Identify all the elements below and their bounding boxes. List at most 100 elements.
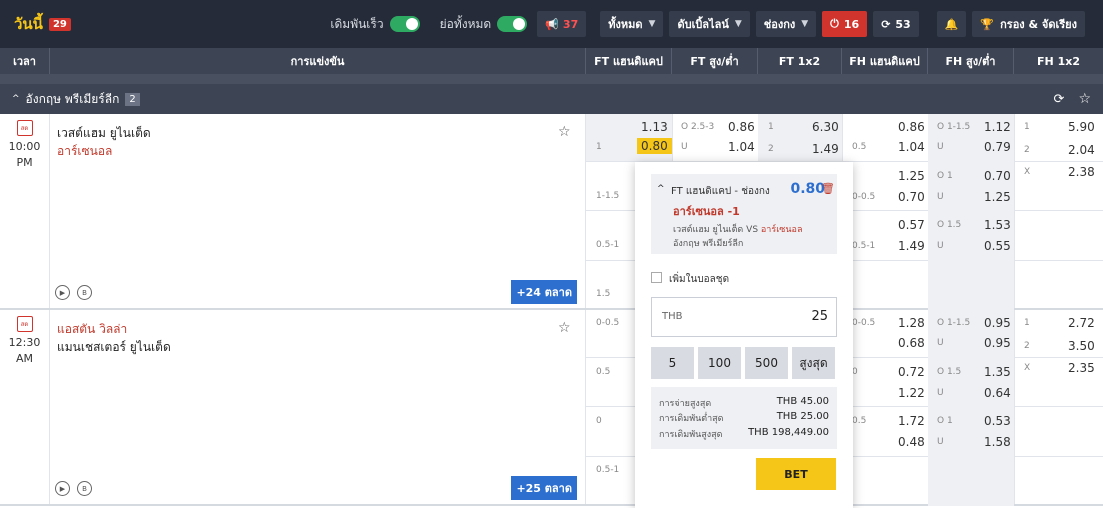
fh-ou-line: O 1 (937, 171, 953, 181)
fh-ou-under-odds[interactable]: 1.58 (984, 435, 1011, 449)
fh-hdp-home-odds[interactable]: 0.57 (898, 218, 925, 232)
stake-amount[interactable]: 25 (811, 309, 828, 324)
match-time: 10:00 (8, 140, 41, 153)
bet-slip-market: FT แฮนดิแคป - ช่องกง (671, 186, 770, 197)
match-teams-cell: แอสตัน วิลล่า แมนเชสเตอร์ ยูไนเต็ด ☆ ▶ B… (50, 310, 586, 504)
stake-input[interactable]: THB 25 (651, 297, 837, 337)
league-strip (0, 74, 1103, 84)
trash-icon[interactable]: 🗑 (821, 182, 835, 195)
more-markets-button[interactable]: +24 ตลาด (511, 280, 577, 304)
fh-1x2-draw-odds[interactable]: 2.38 (1068, 165, 1095, 179)
star-icon[interactable]: ☆ (1078, 91, 1091, 107)
fh-hdp-away-odds[interactable]: 1.04 (898, 140, 925, 154)
fh-hdp-away-odds[interactable]: 1.49 (898, 239, 925, 253)
live-stream-icon[interactable]: สด (16, 316, 33, 332)
play-icon[interactable]: ▶ (55, 285, 70, 300)
fh-1x2-away-odds[interactable]: 2.04 (1068, 143, 1095, 157)
fh-ou-over-odds[interactable]: 0.70 (984, 169, 1011, 183)
ft-1x2-away-odds[interactable]: 1.49 (812, 142, 839, 156)
fh-ou-over-odds[interactable]: 1.12 (984, 120, 1011, 134)
fh-ou-under-odds[interactable]: 0.64 (984, 386, 1011, 400)
fh-hdp-away-odds[interactable]: 0.70 (898, 190, 925, 204)
fh-hdp-home-odds[interactable]: 0.72 (898, 365, 925, 379)
quick-bet-label: เดิมพันเร็ว (330, 16, 384, 31)
quick-bet-toggle[interactable] (389, 16, 420, 32)
ft-ou-line-under: U (681, 142, 688, 152)
col-fh-ou: FH สูง/ต่ำ (928, 48, 1014, 74)
league-header[interactable]: ^ อังกฤษ พรีเมียร์ลีก 2 ⟳ ☆ (0, 84, 1103, 114)
live-count-button[interactable]: ⏻ 16 (822, 11, 868, 37)
star-icon[interactable]: ☆ (558, 124, 571, 140)
fh-ou-under-label: U (937, 338, 944, 348)
stats-icon[interactable]: B (77, 285, 92, 300)
odds-type-dropdown[interactable]: ช่องกง ▼ (755, 11, 817, 37)
chevron-up-icon[interactable]: ^ (657, 184, 665, 194)
chip-500-button[interactable]: 500 (745, 347, 788, 379)
fh-hdp-home-odds[interactable]: 1.72 (898, 414, 925, 428)
fh-1x2-label: X (1024, 363, 1031, 373)
collapse-all-toggle[interactable] (497, 16, 528, 32)
fh-1x2-draw-odds[interactable]: 2.35 (1068, 361, 1095, 375)
chevron-up-icon[interactable]: ^ (12, 94, 20, 104)
fh-1x2-home-odds[interactable]: 2.72 (1068, 316, 1095, 330)
fh-ou-under-label: U (937, 142, 944, 152)
fh-ou-under-odds[interactable]: 0.55 (984, 239, 1011, 253)
more-markets-button[interactable]: +25 ตลาด (511, 476, 577, 500)
bell-icon: 🔔 (944, 17, 959, 31)
fh-hdp-line: 0.5 (852, 142, 867, 152)
announcement-button[interactable]: 📢 37 (537, 11, 587, 37)
double-line-dropdown[interactable]: ดับเบิ้ลไลน์ ▼ (669, 11, 750, 37)
today-label[interactable]: วันนี้ (14, 12, 43, 36)
fh-hdp-home-odds[interactable]: 0.86 (898, 120, 925, 134)
fh-hdp-home-odds[interactable]: 1.25 (898, 169, 925, 183)
fh-1x2-home-odds[interactable]: 5.90 (1068, 120, 1095, 134)
chip-5-button[interactable]: 5 (651, 347, 694, 379)
refresh-button[interactable]: ⟳ 53 (873, 11, 919, 37)
fh-ou-line: O 1-1.5 (937, 318, 971, 328)
col-fh-1x2: FH 1x2 (1037, 54, 1080, 68)
fh-hdp-away-odds[interactable]: 0.68 (898, 336, 925, 350)
fh-ou-under-odds[interactable]: 1.25 (984, 190, 1011, 204)
fh-hdp-away-odds[interactable]: 1.22 (898, 386, 925, 400)
fh-1x2-away-odds[interactable]: 3.50 (1068, 339, 1095, 353)
notification-button[interactable]: 🔔 (936, 11, 967, 37)
ft-hdp-away-odds-selected[interactable]: 0.80 (637, 138, 672, 154)
place-bet-button[interactable]: BET (756, 458, 836, 490)
bet-slip-away: อาร์เซนอล (760, 225, 803, 235)
ft-ou-over-odds[interactable]: 0.86 (728, 120, 755, 134)
fh-ou-under-odds[interactable]: 0.79 (984, 140, 1011, 154)
ft-1x2-home-odds[interactable]: 6.30 (812, 120, 839, 134)
fh-ou-over-odds[interactable]: 1.35 (984, 365, 1011, 379)
fh-ou-under-odds[interactable]: 0.95 (984, 336, 1011, 350)
odds-type-label: ช่องกง (763, 18, 796, 31)
col-divider (1014, 310, 1015, 504)
fh-hdp-line: 0-0.5 (852, 318, 876, 328)
fh-ou-over-odds[interactable]: 0.53 (984, 414, 1011, 428)
stats-icon[interactable]: B (77, 481, 92, 496)
filter-sort-button[interactable]: 🏆 กรอง & จัดเรียง (972, 11, 1085, 37)
live-stream-icon[interactable]: สด (16, 120, 33, 136)
chip-100-button[interactable]: 100 (698, 347, 741, 379)
ft-ou-under-odds[interactable]: 1.04 (728, 140, 755, 154)
max-bet-row: การเดิมพันสูงสุด THB 198,449.00 (659, 427, 829, 441)
col-divider (1014, 114, 1015, 308)
refresh-icon[interactable]: ⟳ (1054, 92, 1065, 107)
fh-hdp-away-odds[interactable]: 0.48 (898, 435, 925, 449)
ft-ou-line-over: O 2.5-3 (681, 122, 715, 132)
add-parlay-checkbox[interactable] (651, 272, 662, 283)
fh-1x2-label: 1 (1024, 122, 1030, 132)
star-icon[interactable]: ☆ (558, 320, 571, 336)
col-fh-hdp: FH แฮนดิแคป (842, 48, 928, 74)
match-teams-cell: เวสต์แฮม ยูไนเต็ด อาร์เซนอล ☆ ▶ B +24 ตล… (50, 114, 586, 308)
ft-hdp-home-odds[interactable]: 1.13 (641, 120, 668, 134)
fh-ou-over-odds[interactable]: 0.95 (984, 316, 1011, 330)
away-team: แมนเชสเตอร์ ยูไนเต็ด (57, 340, 171, 354)
bet-slip-league: อังกฤษ พรีเมียร์ลีก (673, 239, 744, 249)
live-count: 16 (843, 17, 860, 31)
bet-summary: การจ่ายสูงสุด THB 45.00 การเดิมพันต่ำสุด… (651, 387, 837, 449)
filter-all-dropdown[interactable]: ทั้งหมด ▼ (600, 11, 664, 37)
play-icon[interactable]: ▶ (55, 481, 70, 496)
fh-ou-over-odds[interactable]: 1.53 (984, 218, 1011, 232)
fh-hdp-home-odds[interactable]: 1.28 (898, 316, 925, 330)
chip-max-button[interactable]: สูงสุด (792, 347, 835, 379)
